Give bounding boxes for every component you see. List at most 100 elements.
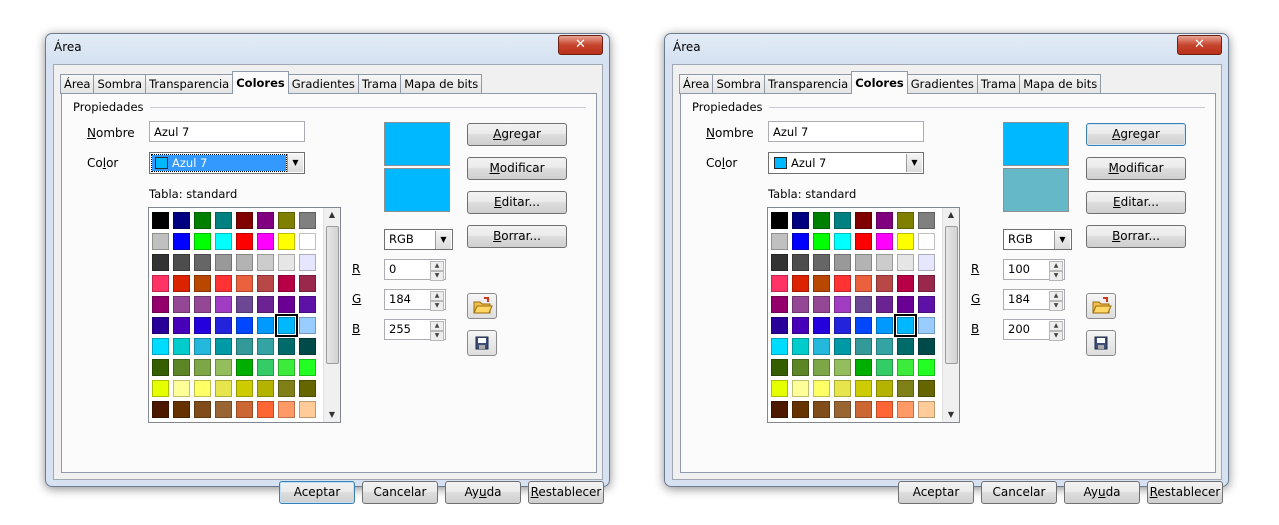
palette-swatch[interactable] — [275, 314, 298, 337]
palette-swatch[interactable] — [897, 338, 914, 355]
palette-swatch[interactable] — [792, 296, 809, 313]
load-palette-button[interactable] — [1086, 293, 1116, 319]
palette-swatch[interactable] — [194, 380, 211, 397]
palette-swatch[interactable] — [834, 401, 851, 418]
palette-swatch[interactable] — [173, 401, 190, 418]
palette-swatch[interactable] — [834, 317, 851, 334]
palette-swatch[interactable] — [215, 254, 232, 271]
palette-swatch[interactable] — [299, 296, 316, 313]
palette-swatch[interactable] — [236, 380, 253, 397]
palette-swatch[interactable] — [897, 275, 914, 292]
palette-swatch[interactable] — [918, 212, 935, 229]
palette-swatch[interactable] — [278, 254, 295, 271]
g-spinbox[interactable]: 184 ▲ ▼ — [1003, 289, 1065, 311]
palette-swatch[interactable] — [918, 233, 935, 250]
palette-swatch[interactable] — [299, 401, 316, 418]
palette-swatch[interactable] — [792, 338, 809, 355]
palette-swatch[interactable] — [813, 212, 830, 229]
save-palette-button[interactable] — [1086, 330, 1116, 356]
name-input[interactable]: Azul 7 — [149, 121, 305, 142]
palette-swatch[interactable] — [834, 296, 851, 313]
palette-swatch[interactable] — [299, 380, 316, 397]
palette-swatch[interactable] — [792, 317, 809, 334]
palette-swatch[interactable] — [897, 359, 914, 376]
palette-swatch[interactable] — [257, 233, 274, 250]
tab-mapa-de-bits[interactable]: Mapa de bits — [400, 74, 483, 94]
palette-swatch[interactable] — [771, 401, 788, 418]
palette-swatch[interactable] — [236, 254, 253, 271]
palette-swatch[interactable] — [152, 317, 169, 334]
palette-swatch[interactable] — [855, 401, 872, 418]
palette-swatch[interactable] — [278, 401, 295, 418]
palette-swatch[interactable] — [173, 275, 190, 292]
palette-grid[interactable] — [771, 212, 935, 418]
palette-swatch[interactable] — [771, 275, 788, 292]
palette-swatch[interactable] — [194, 317, 211, 334]
tab-gradientes[interactable]: Gradientes — [906, 74, 978, 94]
restablecer-button[interactable]: Restablecer — [528, 481, 604, 504]
palette-swatch[interactable] — [834, 233, 851, 250]
palette-swatch[interactable] — [834, 254, 851, 271]
aceptar-button[interactable]: Aceptar — [279, 481, 355, 504]
palette-swatch[interactable] — [173, 359, 190, 376]
palette-swatch[interactable] — [897, 401, 914, 418]
tab-trama[interactable]: Trama — [357, 74, 402, 94]
tab-transparencia[interactable]: Transparencia — [764, 74, 853, 94]
palette-swatch[interactable] — [215, 296, 232, 313]
b-spinbox[interactable]: 255 ▲ ▼ — [384, 319, 446, 341]
palette-swatch[interactable] — [813, 359, 830, 376]
palette-swatch[interactable] — [215, 380, 232, 397]
tab-colores[interactable]: Colores — [851, 71, 908, 94]
color-select[interactable]: Azul 7 ▼ — [149, 152, 305, 174]
tab-area[interactable]: Área — [60, 74, 95, 94]
palette-swatch[interactable] — [855, 380, 872, 397]
palette-swatch[interactable] — [876, 254, 893, 271]
color-mode-select[interactable]: RGB ▼ — [384, 229, 453, 250]
palette-swatch[interactable] — [771, 296, 788, 313]
palette-swatch[interactable] — [236, 401, 253, 418]
name-input[interactable]: Azul 7 — [768, 121, 924, 142]
palette-swatch[interactable] — [876, 233, 893, 250]
palette-swatch[interactable] — [834, 380, 851, 397]
palette-swatch[interactable] — [215, 359, 232, 376]
palette-swatch[interactable] — [173, 233, 190, 250]
palette-swatch[interactable] — [194, 212, 211, 229]
palette-swatch[interactable] — [792, 233, 809, 250]
palette-swatch[interactable] — [194, 401, 211, 418]
palette-swatch[interactable] — [855, 212, 872, 229]
scroll-down-icon[interactable]: ▼ — [943, 408, 959, 422]
palette-swatch[interactable] — [257, 380, 274, 397]
palette-swatch[interactable] — [299, 233, 316, 250]
tab-trama[interactable]: Trama — [976, 74, 1021, 94]
palette-swatch[interactable] — [813, 401, 830, 418]
palette-scrollbar[interactable]: ▲ ▼ — [942, 208, 959, 422]
scroll-down-icon[interactable]: ▼ — [324, 408, 340, 422]
palette-swatch[interactable] — [792, 254, 809, 271]
r-spinbox[interactable]: 0 ▲ ▼ — [384, 259, 446, 281]
palette-swatch[interactable] — [215, 338, 232, 355]
palette-swatch[interactable] — [173, 212, 190, 229]
chevron-down-icon[interactable]: ▼ — [287, 154, 303, 172]
palette-swatch[interactable] — [173, 338, 190, 355]
palette-swatch[interactable] — [215, 233, 232, 250]
palette-swatch[interactable] — [771, 317, 788, 334]
palette-swatch[interactable] — [918, 254, 935, 271]
palette-swatch[interactable] — [173, 296, 190, 313]
palette-swatch[interactable] — [257, 338, 274, 355]
scroll-up-icon[interactable]: ▲ — [324, 208, 340, 222]
palette-swatch[interactable] — [215, 401, 232, 418]
palette-swatch[interactable] — [855, 338, 872, 355]
palette-swatch[interactable] — [855, 254, 872, 271]
editar-button[interactable]: Editar... — [1086, 191, 1186, 214]
palette-swatch[interactable] — [855, 275, 872, 292]
palette-swatch[interactable] — [894, 314, 917, 337]
save-palette-button[interactable] — [467, 330, 497, 356]
palette-swatch[interactable] — [215, 275, 232, 292]
palette-swatch[interactable] — [771, 233, 788, 250]
palette-swatch[interactable] — [855, 317, 872, 334]
cancelar-button[interactable]: Cancelar — [981, 481, 1057, 504]
scroll-thumb[interactable] — [326, 226, 339, 364]
palette-swatch[interactable] — [236, 359, 253, 376]
palette-swatch[interactable] — [152, 359, 169, 376]
palette-swatch[interactable] — [834, 359, 851, 376]
